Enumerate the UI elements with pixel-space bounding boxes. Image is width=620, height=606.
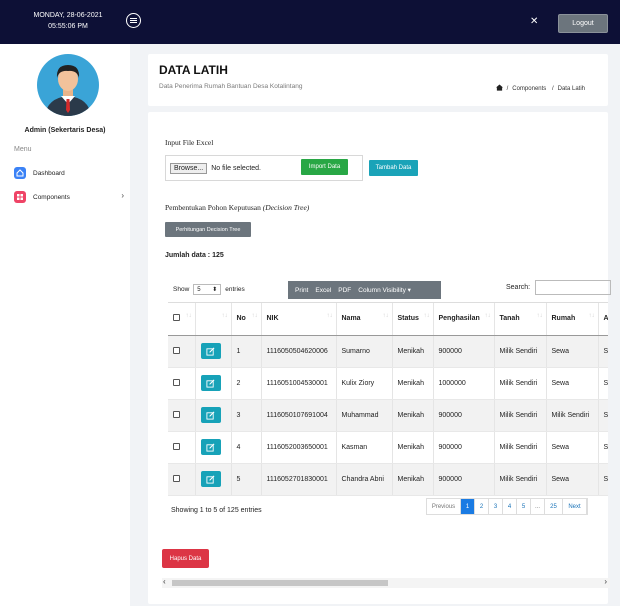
search: Search: [506,280,612,295]
column-header-nama[interactable]: Nama ↑↓ [336,303,393,336]
page-3[interactable]: 3 [489,499,503,514]
sidebar-item-label: Dashboard [33,169,65,177]
column-header-nik[interactable]: NIK ↑↓ [261,303,337,336]
menu-toggle-icon[interactable] [126,13,141,28]
pdf-button[interactable]: PDF [338,287,351,294]
fullscreen-icon[interactable]: ✕ [530,17,538,27]
row-checkbox[interactable] [173,442,180,450]
breadcrumb-current: Data Latih [557,85,585,92]
content-card: Input File Excel Browse... No file selec… [148,112,612,604]
checkbox-icon[interactable] [173,314,180,322]
page-subtitle: Data Penerima Rumah Bantuan Desa Kotalin… [159,83,303,90]
user-name: Admin (Sekertaris Desa) [24,127,106,134]
home-icon[interactable] [495,84,503,93]
import-data-button[interactable]: Import Data [301,159,348,175]
column-header-extra[interactable]: A [598,303,608,336]
breadcrumb-components[interactable]: Components [512,86,546,92]
page-previous[interactable]: Previous [427,499,461,514]
export-buttons: Print Excel PDF Column Visibility ▾ [288,281,441,299]
scrollbar-thumb[interactable] [172,580,388,586]
edit-icon[interactable] [200,375,221,391]
browse-button[interactable]: Browse... [170,162,208,174]
scroll-right-icon[interactable]: › [604,577,607,586]
column-header-penghasilan[interactable]: Penghasilan ↑↓ [433,303,495,336]
breadcrumb: / Components / Data Latih [495,84,585,93]
action-header[interactable]: ↑↓ [195,303,232,336]
home-icon [14,167,26,179]
delete-data-button[interactable]: Hapus Data [162,549,209,568]
grid-icon [14,191,26,203]
logout-button[interactable]: Logout [558,14,608,33]
sidebar: Admin (Sekertaris Desa) Menu Dashboard C… [0,44,130,606]
print-button[interactable]: Print [295,287,308,294]
column-header-status[interactable]: Status ↑↓ [392,303,434,336]
decision-tree-button[interactable]: Perhitungan Decision Tree [165,222,251,237]
table-row: 5 1116052701830001 Chandra Abni Menikah … [168,463,608,496]
upload-label: Input File Excel [165,138,214,147]
entries-select[interactable]: 5 ⬍ [193,284,222,295]
column-visibility-button[interactable]: Column Visibility ▾ [358,286,411,294]
page-5[interactable]: 5 [517,499,531,514]
table-header-row: ↑↓ ↑↓ No ↑↓ NIK ↑↓ Nama ↑↓ Status ↑↓ Penghas… [168,303,608,336]
column-header-no[interactable]: No ↑↓ [231,303,262,336]
avatar [37,54,99,116]
edit-icon[interactable] [200,471,221,487]
row-checkbox[interactable] [173,378,180,386]
row-checkbox[interactable] [173,410,180,418]
page-title: DATA LATIH [159,63,228,77]
show-entries: Show 5 ⬍ entries [173,284,245,295]
top-navbar: MONDAY, 28-06-2021 05:55:06 PM ✕ Logout [0,0,620,44]
page-next[interactable]: Next [563,499,587,514]
time-text: 05:55:06 PM [48,23,88,30]
menu-heading: Menu [14,146,32,153]
page-2[interactable]: 2 [475,499,489,514]
page-4[interactable]: 4 [503,499,517,514]
sidebar-item-label: Components [33,193,70,201]
page-ellipsis: ... [531,499,545,514]
table-info: Showing 1 to 5 of 125 entries [171,507,262,514]
data-count: Jumlah data : 125 [165,252,224,259]
column-header-tanah[interactable]: Tanah ↑↓ [494,303,547,336]
column-header-rumah[interactable]: Rumah ↑↓ [546,303,599,336]
data-table: ↑↓ ↑↓ No ↑↓ NIK ↑↓ Nama ↑↓ Status ↑↓ Penghas… [168,302,608,496]
tree-label: Pembentukan Pohon Keputusan (Decision Tr… [165,203,310,212]
row-checkbox[interactable] [173,474,180,482]
page-1[interactable]: 1 [461,499,475,514]
datetime-display: MONDAY, 28-06-2021 05:55:06 PM [8,10,128,32]
select-arrows-icon: ⬍ [212,287,218,293]
sidebar-item-dashboard[interactable]: Dashboard [14,166,130,180]
chevron-right-icon: › [121,191,124,200]
horizontal-scrollbar[interactable]: ‹ › [162,577,610,588]
edit-icon[interactable] [200,343,221,359]
page-header: DATA LATIH Data Penerima Rumah Bantuan D… [148,54,608,106]
edit-icon[interactable] [200,439,221,455]
table-row: 2 1116051004530001 Kulix Ziory Menikah 1… [168,367,608,400]
row-checkbox[interactable] [173,346,180,354]
date-text: MONDAY, 28-06-2021 [33,12,103,19]
table-row: 3 1116050107691004 Muhammad Menikah 9000… [168,399,608,432]
pagination: Previous 1 2 3 4 5 ... 25 Next [426,498,588,515]
table-row: 4 1116052003650001 Kasman Menikah 900000… [168,431,608,464]
add-data-button[interactable]: Tambah Data [369,160,418,176]
select-all-header[interactable]: ↑↓ [168,303,196,336]
file-status: No file selected. [211,164,261,172]
excel-button[interactable]: Excel [315,287,331,294]
edit-icon[interactable] [200,407,221,423]
table-row: 1 1116050504620006 Sumarno Menikah 90000… [168,335,608,368]
page-25[interactable]: 25 [545,499,563,514]
sidebar-item-components[interactable]: Components › [14,190,130,204]
scroll-left-icon[interactable]: ‹ [163,577,166,586]
search-input[interactable] [535,280,612,295]
